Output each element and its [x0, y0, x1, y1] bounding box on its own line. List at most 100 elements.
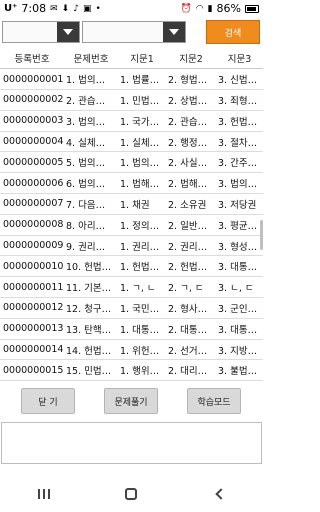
table-cell: 0000000001 — [0, 68, 64, 91]
table-cell: 2. 선거… — [166, 339, 216, 361]
table-cell: 2. 관습… — [64, 89, 118, 111]
table-cell: 0000000011 — [0, 276, 64, 299]
table-cell: 3. 간주… — [216, 151, 263, 174]
filter-toolbar: 검색 — [0, 18, 263, 46]
signal-icon: ▮ — [207, 3, 213, 14]
table-cell: 2. 대리… — [166, 359, 216, 382]
table-cell: 3. 절차… — [216, 131, 263, 153]
scrollbar[interactable] — [260, 220, 263, 250]
table-cell: 0000000004 — [0, 131, 64, 153]
table-cell: 2. 일반… — [166, 214, 216, 236]
table-cell: 0000000005 — [0, 151, 64, 174]
table-cell: 3. 형성… — [216, 235, 263, 257]
table-row[interactable]: 0000000012 12. 청구… 1. 국민… 2. 형사… 3. 군인… — [0, 297, 263, 319]
close-button[interactable]: 닫 기 — [21, 388, 75, 414]
table-row[interactable]: 0000000006 6. 법의… 1. 법해… 2. 법해… 3. 법의… — [0, 172, 263, 195]
table-row[interactable]: 0000000003 3. 법의… 1. 국가… 2. 관습… 3. 헌법… — [0, 110, 263, 132]
table-cell: 1. 대통… — [118, 318, 166, 340]
status-bar: U⁺ 7:08 ✉ ⬇ ♪ ▣ • ⏰ ◠ ▮ 86% — [0, 0, 263, 17]
table-cell: 12. 청구… — [64, 297, 118, 319]
table-cell: 2. 대통… — [166, 318, 216, 340]
table-cell: 3. 평균… — [216, 214, 263, 236]
table-cell: 7. 다음… — [64, 193, 118, 215]
table-cell: 0000000010 — [0, 255, 64, 278]
solve-problems-button[interactable]: 문제풀기 — [104, 388, 158, 414]
recent-apps-icon[interactable] — [37, 489, 50, 499]
table-cell: 0000000009 — [0, 235, 64, 257]
table-cell: 0000000008 — [0, 214, 64, 236]
back-icon[interactable] — [215, 488, 227, 500]
table-cell: 1. 위헌… — [118, 339, 166, 361]
header-choice-3: 지문3 — [216, 48, 263, 70]
table-cell: 1. 법의… — [64, 68, 118, 91]
table-row[interactable]: 0000000014 14. 헌법… 1. 위헌… 2. 선거… 3. 지방… — [0, 339, 263, 361]
chevron-down-icon[interactable] — [163, 22, 185, 42]
table-cell: 2. 권리… — [166, 235, 216, 257]
search-button[interactable]: 검색 — [206, 20, 260, 44]
table-cell: 3. 죄형… — [216, 89, 263, 111]
answer-textbox[interactable] — [1, 422, 262, 464]
table-row[interactable]: 0000000009 9. 권리… 1. 권리… 2. 권리… 3. 형성… — [0, 235, 263, 257]
category-dropdown[interactable] — [2, 21, 80, 43]
table-cell: 0000000003 — [0, 110, 64, 132]
header-reg-no: 등록번호 — [0, 48, 64, 70]
alarm-icon: ⏰ — [180, 3, 192, 14]
table-cell: 3. 지방… — [216, 339, 263, 361]
table-cell: 0000000006 — [0, 172, 64, 195]
table-cell: 0000000002 — [0, 89, 64, 111]
table-cell: 5. 법의… — [64, 151, 118, 174]
header-question-no: 문제번호 — [64, 48, 118, 70]
table-row[interactable]: 0000000007 7. 다음… 1. 채권 2. 소유권 3. 저당권 — [0, 193, 263, 215]
table-cell: 10. 헌법… — [64, 255, 118, 278]
table-row[interactable]: 0000000015 15. 민법… 1. 행위… 2. 대리… 3. 불법… — [0, 359, 263, 382]
table-cell: 1. 법의… — [118, 151, 166, 174]
table-cell: 3. 헌법… — [216, 110, 263, 132]
table-row[interactable]: 0000000002 2. 관습… 1. 민법… 2. 상법… 3. 죄형… — [0, 89, 263, 111]
table-cell: 2. 관습… — [166, 110, 216, 132]
table-cell: 3. 불법… — [216, 359, 263, 382]
table-row[interactable]: 0000000013 13. 탄핵… 1. 대통… 2. 대통… 3. 대통… — [0, 318, 263, 340]
table-cell: 1. 정의… — [118, 214, 166, 236]
table-row[interactable]: 0000000010 10. 헌법… 1. 헌법… 2. 헌법… 3. 대통… — [0, 255, 263, 278]
table-cell: 3. 저당권 — [216, 193, 263, 215]
table-cell: 6. 법의… — [64, 172, 118, 195]
table-cell: 3. 대통… — [216, 255, 263, 278]
table-cell: 1. 채권 — [118, 193, 166, 215]
table-cell: 3. 신법… — [216, 68, 263, 91]
table-row[interactable]: 0000000005 5. 법의… 1. 법의… 2. 사실… 3. 간주… — [0, 151, 263, 174]
question-table[interactable]: 등록번호 문제번호 지문1 지문2 지문3 0000000001 1. 법의… 1.… — [0, 48, 263, 382]
battery-percent: 86% — [216, 2, 241, 15]
image-icon: ▣ — [82, 3, 92, 14]
table-cell: 2. 소유권 — [166, 193, 216, 215]
table-row[interactable]: 0000000004 4. 실체… 1. 실체… 2. 행정… 3. 절차… — [0, 131, 263, 153]
table-cell: 2. 사실… — [166, 151, 216, 174]
table-cell: 0000000007 — [0, 193, 64, 215]
table-cell: 1. 법해… — [118, 172, 166, 195]
table-row[interactable]: 0000000011 11. 기본… 1. ㄱ, ㄴ 2. ㄱ, ㄷ 3. ㄴ, ㄷ — [0, 276, 263, 299]
subcategory-dropdown[interactable] — [82, 21, 186, 43]
battery-icon — [245, 4, 259, 13]
table-cell: 2. 형사… — [166, 297, 216, 319]
carrier-label: U⁺ — [4, 3, 18, 14]
download-icon: ⬇ — [61, 3, 70, 14]
table-row[interactable]: 0000000008 8. 아리… 1. 정의… 2. 일반… 3. 평균… — [0, 214, 263, 236]
home-icon[interactable] — [125, 488, 138, 500]
table-cell: 1. ㄱ, ㄴ — [118, 276, 166, 299]
table-row[interactable]: 0000000001 1. 법의… 1. 법률… 2. 형법… 3. 신법… — [0, 68, 263, 91]
header-choice-1: 지문1 — [118, 48, 166, 70]
table-cell: 11. 기본… — [64, 276, 118, 299]
table-cell: 0000000015 — [0, 359, 64, 382]
table-cell: 1. 권리… — [118, 235, 166, 257]
table-cell: 2. 행정… — [166, 131, 216, 153]
study-mode-button[interactable]: 학습모드 — [187, 388, 241, 414]
action-buttons: 닫 기 문제풀기 학습모드 — [0, 388, 263, 416]
table-cell: 3. ㄴ, ㄷ — [216, 276, 263, 299]
table-cell: 14. 헌법… — [64, 339, 118, 361]
message-icon: ✉ — [50, 3, 58, 14]
table-header-row: 등록번호 문제번호 지문1 지문2 지문3 — [0, 48, 263, 70]
table-cell: 1. 법률… — [118, 68, 166, 91]
table-cell: 15. 민법… — [64, 359, 118, 382]
chevron-down-icon[interactable] — [57, 22, 79, 42]
table-cell: 13. 탄핵… — [64, 318, 118, 340]
system-nav-bar — [0, 476, 263, 512]
